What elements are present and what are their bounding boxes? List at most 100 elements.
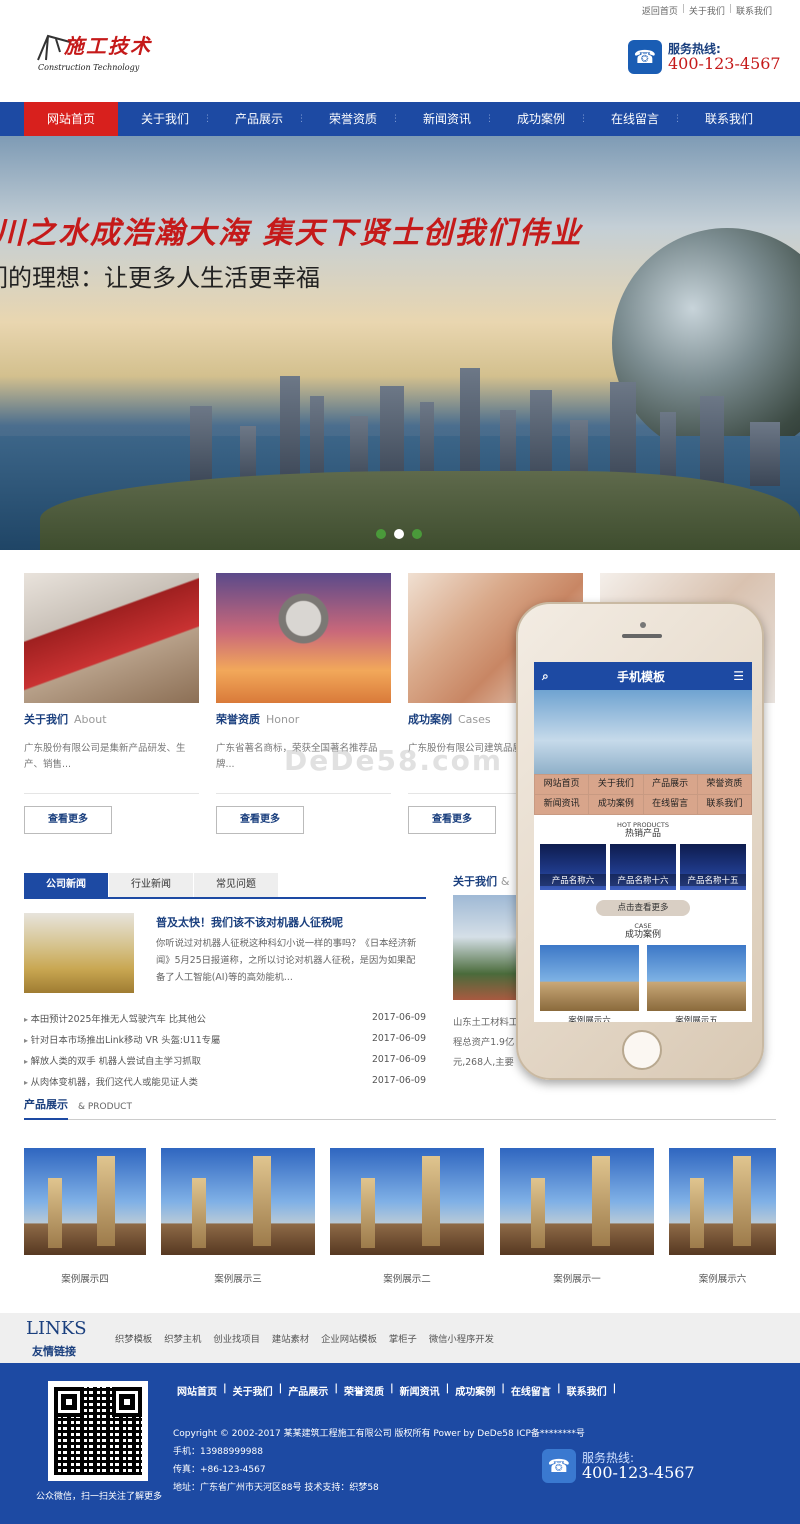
logo[interactable]: 施工技术 Construction Technology <box>36 30 166 76</box>
tab-faq[interactable]: 常见问题 <box>194 873 278 897</box>
friend-link[interactable]: 织梦主机 <box>164 1331 201 1345</box>
card-title[interactable]: 关于我们 <box>24 713 68 726</box>
mobile-nav-item[interactable]: 新闻资讯 <box>535 795 589 814</box>
banner-slogan-2: 我们的理想：让更多人生活更幸福 <box>0 264 320 292</box>
mobile-nav-item[interactable]: 产品展示 <box>643 775 697 794</box>
top-link-contact[interactable]: 联系我们 <box>736 4 772 17</box>
product-item[interactable]: 案例展示二 <box>330 1148 484 1285</box>
products-title[interactable]: 产品展示 <box>24 1096 68 1120</box>
tab-industry-news[interactable]: 行业新闻 <box>109 873 193 897</box>
slider-dot[interactable] <box>376 529 386 539</box>
nav-news[interactable]: 新闻资讯 ⋮ <box>400 102 494 136</box>
footer-hotline-number: 400-123-4567 <box>582 1463 695 1482</box>
footer-fax: 传真：+86-123-4567 <box>173 1465 266 1475</box>
mobile-case[interactable]: 案例展示六 <box>540 945 639 1022</box>
friend-link[interactable]: 创业找项目 <box>213 1331 260 1345</box>
mobile-nav-item[interactable]: 联系我们 <box>697 795 751 814</box>
nav-cases[interactable]: 成功案例 ⋮ <box>494 102 588 136</box>
banner-slogan-1: 纳百川之水成浩瀚大海 集天下贤士创我们伟业 <box>0 216 583 251</box>
footer-nav-item[interactable]: 联系我们 <box>567 1383 607 1398</box>
copyright: Copyright © 2002-2017 某某建筑工程施工有限公司 版权所有 … <box>173 1429 585 1439</box>
mobile-template-mockup: ⌕ 手机模板 ☰ 网站首页 关于我们 产品展示 荣誉资质 新闻资讯 成功案例 在… <box>516 602 764 1080</box>
mobile-nav-item[interactable]: 成功案例 <box>589 795 643 814</box>
menu-icon[interactable]: ☰ <box>733 669 744 683</box>
product-item[interactable]: 案例展示一 <box>500 1148 654 1285</box>
featured-news-image[interactable] <box>24 913 134 993</box>
nav-about[interactable]: 关于我们 ⋮ <box>118 102 212 136</box>
news-date: 2017-06-09 <box>371 1054 426 1065</box>
about-title[interactable]: 关于我们 <box>453 875 497 888</box>
product-item[interactable]: 案例展示四 <box>24 1148 146 1285</box>
footer-nav-item[interactable]: 在线留言 <box>511 1383 551 1398</box>
mobile-banner[interactable] <box>534 690 752 774</box>
nav-products[interactable]: 产品展示 ⋮ <box>212 102 306 136</box>
footer-nav-item[interactable]: 产品展示 <box>288 1383 328 1398</box>
news-tabs: 公司新闻 行业新闻 常见问题 <box>24 873 426 899</box>
about-image[interactable] <box>453 895 521 1000</box>
featured-news-title[interactable]: 普及太快！我们该不该对机器人征税呢 <box>156 914 343 930</box>
mobile-product[interactable]: 产品名称十五 <box>680 844 746 890</box>
slider-dot[interactable] <box>412 529 422 539</box>
footer-nav-item[interactable]: 荣誉资质 <box>344 1383 384 1398</box>
card-image-flag[interactable] <box>24 573 199 703</box>
friend-link[interactable]: 企业网站模板 <box>321 1331 377 1345</box>
about-text: 山东土工材料工程总资产1.9亿元,268人,主要设备全 <box>453 1017 519 1068</box>
footer-nav-item[interactable]: 关于我们 <box>233 1383 273 1398</box>
top-link-home[interactable]: 返回首页 <box>642 4 678 17</box>
products-section: 产品展示 & PRODUCT 案例展示四 案例展示三 案例展示二 案例展示一 案… <box>24 1092 776 1292</box>
mobile-nav-item[interactable]: 荣誉资质 <box>697 775 751 794</box>
news-item[interactable]: 针对日本市场推出Link移动 VR 头盔:U11专屬2017-06-09 <box>24 1028 426 1049</box>
tab-company-news[interactable]: 公司新闻 <box>24 873 108 897</box>
friend-link[interactable]: 织梦模板 <box>115 1331 152 1345</box>
featured-news: 普及太快！我们该不该对机器人征税呢 你听说过对机器人征税这种科幻小说一样的事吗？… <box>24 913 426 1001</box>
mobile-screen: ⌕ 手机模板 ☰ 网站首页 关于我们 产品展示 荣誉资质 新闻资讯 成功案例 在… <box>534 662 752 1022</box>
footer-nav-item[interactable]: 网站首页 <box>177 1383 217 1398</box>
logo-text-cn: 施工技术 <box>64 34 152 58</box>
mobile-nav-item[interactable]: 网站首页 <box>535 775 589 794</box>
mobile-nav-item[interactable]: 在线留言 <box>643 795 697 814</box>
footer-nav-item[interactable]: 成功案例 <box>455 1383 495 1398</box>
footer-nav-item[interactable]: 新闻资讯 <box>400 1383 440 1398</box>
mobile-more-button[interactable]: 点击查看更多 <box>596 900 690 916</box>
slider-dot-active[interactable] <box>394 529 404 539</box>
qr-caption: 公众微信，扫一扫关注了解更多 <box>36 1492 163 1502</box>
hero-banner[interactable]: 纳百川之水成浩瀚大海 集天下贤士创我们伟业 我们的理想：让更多人生活更幸福 <box>0 136 800 550</box>
card-title[interactable]: 荣誉资质 <box>216 713 260 726</box>
friend-link[interactable]: 微信小程序开发 <box>429 1331 494 1345</box>
more-button[interactable]: 查看更多 <box>216 806 304 834</box>
product-list: 案例展示四 案例展示三 案例展示二 案例展示一 案例展示六 <box>24 1148 800 1288</box>
card-title-en: About <box>74 713 107 726</box>
product-item[interactable]: 案例展示三 <box>161 1148 315 1285</box>
card-title[interactable]: 成功案例 <box>408 713 452 726</box>
card-desc: 广东股份有限公司是集新产品研发、生产、销售... <box>24 743 186 770</box>
news-item[interactable]: 从肉体变机器，我们这代人或能见证人类2017-06-09 <box>24 1070 426 1091</box>
more-button[interactable]: 查看更多 <box>408 806 496 834</box>
city-skyline <box>180 346 800 486</box>
news-list: 本田预计2025年推无人驾驶汽车 比其他公2017-06-09 针对日本市场推出… <box>24 1007 426 1091</box>
more-button[interactable]: 查看更多 <box>24 806 112 834</box>
product-item[interactable]: 案例展示六 <box>669 1148 776 1285</box>
mobile-product[interactable]: 产品名称六 <box>540 844 606 890</box>
friend-link[interactable]: 掌柜子 <box>389 1331 417 1345</box>
mobile-case[interactable]: 案例展示五 <box>647 945 746 1022</box>
nav-honor[interactable]: 荣誉资质 ⋮ <box>306 102 400 136</box>
nav-contact[interactable]: 联系我们 <box>682 102 776 136</box>
card-title-en: Cases <box>458 713 491 726</box>
nav-home[interactable]: 网站首页 <box>24 102 118 136</box>
mobile-product[interactable]: 产品名称十六 <box>610 844 676 890</box>
card-image-trophy[interactable] <box>216 573 391 703</box>
mobile-cases: 案例展示六 案例展示五 <box>534 941 752 1022</box>
friend-link[interactable]: 建站素材 <box>272 1331 309 1345</box>
slider-dots <box>376 529 422 539</box>
main-nav: 网站首页 关于我们 ⋮ 产品展示 ⋮ 荣誉资质 ⋮ 新闻资讯 ⋮ 成功案例 ⋮ 在线留言 ⋮… <box>0 102 800 136</box>
mobile-nav-item[interactable]: 关于我们 <box>589 775 643 794</box>
top-link-about[interactable]: 关于我们 <box>689 4 725 17</box>
mobile-nav: 网站首页 关于我们 产品展示 荣誉资质 新闻资讯 成功案例 在线留言 联系我们 <box>534 774 752 815</box>
news-item[interactable]: 本田预计2025年推无人驾驶汽车 比其他公2017-06-09 <box>24 1007 426 1028</box>
mobile-case-heading: CASE 成功案例 <box>624 922 661 940</box>
news-item[interactable]: 解放人类的双手 机器人尝试自主学习抓取2017-06-09 <box>24 1049 426 1070</box>
search-icon[interactable]: ⌕ <box>542 669 549 684</box>
phone-icon: ☎ <box>628 40 662 74</box>
products-title-en: & PRODUCT <box>78 1102 132 1112</box>
nav-message[interactable]: 在线留言 ⋮ <box>588 102 682 136</box>
